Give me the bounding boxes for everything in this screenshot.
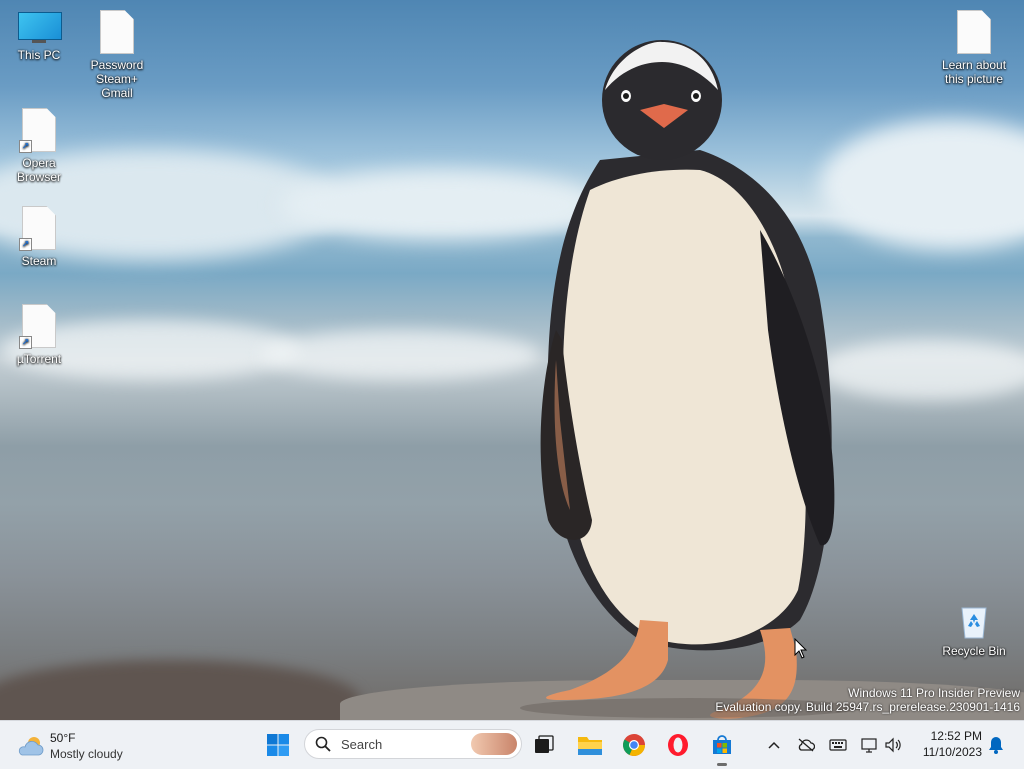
clock-time: 12:52 PM	[930, 729, 982, 743]
opera-icon	[668, 734, 688, 756]
input-indicator-button[interactable]	[828, 735, 848, 755]
opera-button[interactable]	[662, 729, 694, 761]
desktop-icon-label: Recycle Bin	[942, 644, 1006, 658]
notification-bell-icon	[989, 737, 1003, 754]
desktop-icon-label: This PC	[17, 48, 61, 62]
shortcut-arrow-icon: ↗	[19, 140, 32, 153]
volume-icon	[885, 737, 901, 753]
watermark-line-2: Evaluation copy. Build 25947.rs_prerelea…	[715, 700, 1020, 714]
desktop-icon-label: Opera Browser	[16, 156, 61, 184]
shortcut-file-icon: ↗	[19, 108, 56, 153]
desktop-icon-learn-about-picture[interactable]: Learn about this picture	[936, 10, 1012, 86]
windows-start-icon	[267, 734, 289, 756]
weather-condition: Mostly cloudy	[50, 747, 123, 761]
desktop-icon-this-pc[interactable]: This PC	[1, 12, 77, 62]
shortcut-file-icon: ↗	[19, 304, 56, 349]
shortcut-file-icon: ↗	[19, 206, 56, 251]
onedrive-status-button[interactable]	[796, 735, 816, 755]
microsoft-store-icon	[713, 735, 731, 754]
desktop-icon-utorrent[interactable]: ↗ µTorrent	[1, 304, 77, 366]
volume-button[interactable]	[884, 735, 904, 755]
desktop-wallpaper	[0, 0, 1024, 720]
desktop-icon-recycle-bin[interactable]: Recycle Bin	[936, 602, 1012, 658]
task-view-icon	[535, 735, 554, 753]
chrome-icon	[623, 734, 645, 756]
monitor-icon	[18, 12, 62, 43]
chrome-button[interactable]	[618, 729, 650, 761]
cloud-off-icon	[798, 738, 815, 752]
show-hidden-icons-button[interactable]	[764, 735, 784, 755]
task-view-button[interactable]	[528, 729, 560, 761]
search-label: Search	[341, 737, 383, 752]
search-highlight-image	[471, 733, 517, 755]
file-explorer-icon	[578, 737, 602, 755]
desktop-icon-label: Password Steam+ Gmail	[90, 58, 144, 100]
text-file-icon	[957, 10, 991, 54]
desktop-icon-steam[interactable]: ↗ Steam	[1, 206, 77, 268]
keyboard-icon	[829, 739, 847, 751]
desktop-icon-password-file[interactable]: Password Steam+ Gmail	[79, 10, 155, 100]
desktop-icon-opera-browser[interactable]: ↗ Opera Browser	[1, 108, 77, 184]
network-icon	[861, 738, 877, 753]
partly-cloudy-icon	[18, 737, 44, 756]
shortcut-arrow-icon: ↗	[19, 238, 32, 251]
desktop-icon-label: Learn about this picture	[941, 58, 1007, 86]
shortcut-arrow-icon: ↗	[19, 336, 32, 349]
taskbar: 50°F Mostly cloudy Search 12:52 PM 11/10…	[0, 720, 1024, 769]
windows-evaluation-watermark: Windows 11 Pro Insider Preview Evaluatio…	[715, 686, 1020, 714]
search-icon	[315, 736, 331, 752]
start-button[interactable]	[262, 729, 294, 761]
weather-widget[interactable]: 50°F Mostly cloudy	[14, 729, 144, 761]
weather-temperature: 50°F	[50, 731, 76, 745]
recycle-bin-icon	[961, 607, 987, 639]
penguin-image	[520, 40, 860, 719]
taskbar-clock[interactable]: 12:52 PM 11/10/2023	[916, 728, 982, 760]
network-button[interactable]	[860, 735, 880, 755]
taskbar-search-box[interactable]: Search	[304, 729, 522, 759]
mouse-cursor-icon	[794, 638, 808, 659]
chevron-up-icon	[768, 741, 780, 749]
text-file-icon	[100, 10, 134, 54]
desktop-icon-label: Steam	[21, 254, 57, 268]
watermark-line-1: Windows 11 Pro Insider Preview	[848, 686, 1020, 700]
notifications-button[interactable]	[986, 735, 1006, 755]
file-explorer-button[interactable]	[574, 729, 606, 761]
clock-date: 11/10/2023	[922, 745, 982, 759]
active-app-indicator	[717, 763, 727, 766]
desktop-icon-label: µTorrent	[16, 352, 62, 366]
microsoft-store-button[interactable]	[706, 729, 738, 761]
